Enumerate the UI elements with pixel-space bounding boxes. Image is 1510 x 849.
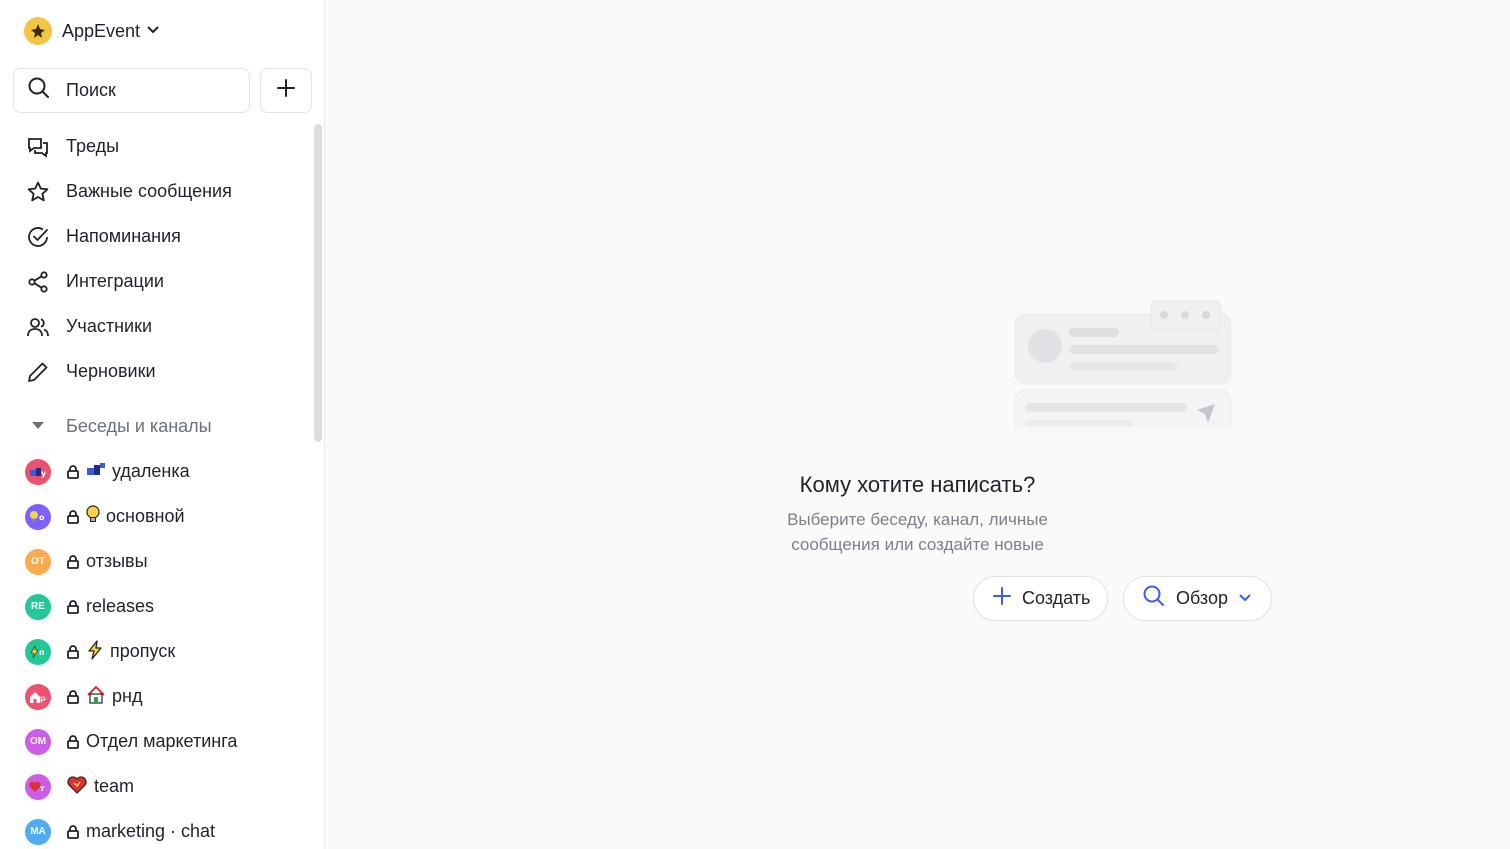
search-input[interactable]: Поиск — [13, 68, 250, 113]
search-icon — [27, 76, 51, 105]
channel-name: удаленка — [112, 461, 190, 481]
lightning-icon — [86, 640, 104, 663]
lock-icon — [66, 689, 80, 705]
workspace-switcher[interactable]: AppEvent — [24, 16, 160, 46]
empty-state-subtitle-line: сообщения или создайте новые — [791, 535, 1044, 554]
lock-icon — [66, 824, 80, 840]
sidebar-scrollbar[interactable] — [314, 124, 322, 442]
threads-icon — [26, 135, 50, 159]
channel-avatar: р — [25, 683, 51, 710]
workspace-name: AppEvent — [62, 20, 141, 41]
channel-name: пропуск — [110, 641, 176, 661]
sidebar-item-integrations[interactable]: Интеграции — [0, 259, 310, 304]
sidebar-nav: Треды Важные сообщения Напоминания Интег… — [0, 124, 310, 394]
svg-text:п: п — [39, 648, 45, 657]
star-icon — [26, 180, 50, 204]
empty-state-subtitle-line: Выберите беседу, канал, личные — [787, 510, 1048, 529]
workspace-logo-icon — [24, 17, 52, 45]
check-circle-icon — [26, 225, 50, 249]
channel-item[interactable]: у удаленка — [0, 449, 310, 494]
channel-name: Отдел маркетинга — [86, 731, 238, 751]
sidebar-item-drafts[interactable]: Черновики — [0, 349, 310, 394]
sidebar: AppEvent Поиск Треды Важные сообщения На… — [0, 0, 325, 849]
channel-avatar: у — [25, 458, 51, 485]
sidebar-item-label: Важные сообщения — [66, 181, 232, 201]
channel-avatar: MA — [25, 818, 51, 845]
search-label: Поиск — [66, 80, 116, 100]
heart-icon — [66, 775, 88, 798]
channel-item[interactable]: RE releases — [0, 584, 310, 629]
sidebar-item-members[interactable]: Участники — [0, 304, 310, 349]
channel-item[interactable]: п пропуск — [0, 629, 310, 674]
channel-item[interactable]: р рнд — [0, 674, 310, 719]
empty-state-illustration — [1011, 298, 1235, 439]
browse-button[interactable]: Обзор — [1123, 576, 1272, 621]
section-label: Беседы и каналы — [66, 416, 212, 436]
sidebar-item-starred[interactable]: Важные сообщения — [0, 169, 310, 214]
sidebar-item-label: Интеграции — [66, 271, 164, 291]
lock-icon — [66, 509, 80, 525]
lock-icon — [66, 734, 80, 750]
channel-item[interactable]: MA marketing · chat — [0, 809, 310, 849]
channel-item[interactable]: ОТ отзывы — [0, 539, 310, 584]
channel-item[interactable]: т team — [0, 764, 310, 809]
create-button[interactable]: Создать — [973, 576, 1108, 621]
channel-avatar: о — [25, 503, 51, 530]
channel-name: team — [94, 776, 135, 796]
pencil-icon — [26, 360, 50, 384]
house-icon — [86, 685, 106, 708]
sidebar-item-threads[interactable]: Треды — [0, 124, 310, 169]
create-button-label: Создать — [1022, 588, 1091, 608]
channel-name: releases — [86, 596, 155, 616]
empty-state-subtitle: Выберите беседу, канал, личные сообщения… — [325, 507, 1510, 557]
chevron-down-icon — [1238, 590, 1252, 608]
chevron-down-icon — [146, 22, 160, 40]
share-nodes-icon — [26, 270, 50, 294]
sidebar-item-reminders[interactable]: Напоминания — [0, 214, 310, 259]
search-icon — [1142, 584, 1166, 613]
channel-avatar: RE — [25, 593, 51, 620]
zzz-emoji-icon — [86, 462, 106, 481]
lock-icon — [66, 464, 80, 480]
svg-text:р: р — [40, 694, 46, 703]
channel-name: рнд — [112, 686, 143, 706]
main-panel: Кому хотите написать? Выберите беседу, к… — [325, 0, 1510, 849]
lock-icon — [66, 554, 80, 570]
channel-name: marketing · chat — [86, 821, 216, 841]
plus-icon — [992, 586, 1012, 611]
channel-list: у удаленка о основной ОТ отзывы RE relea… — [0, 449, 310, 849]
svg-text:у: у — [41, 469, 47, 478]
browse-button-label: Обзор — [1176, 588, 1228, 608]
sidebar-item-label: Черновики — [66, 361, 156, 381]
sidebar-item-label: Напоминания — [66, 226, 181, 246]
channel-name: основной — [106, 506, 185, 526]
lightbulb-icon — [86, 505, 100, 528]
add-button[interactable] — [260, 68, 312, 113]
channel-item[interactable]: о основной — [0, 494, 310, 539]
channel-avatar: ОТ — [25, 548, 51, 575]
section-conversations-toggle[interactable]: Беседы и каналы — [0, 404, 310, 449]
channel-avatar: п — [25, 638, 51, 665]
empty-state-title: Кому хотите написать? — [799, 472, 1036, 497]
channel-item[interactable]: ОМ Отдел маркетинга — [0, 719, 310, 764]
svg-text:т: т — [40, 784, 45, 793]
caret-down-icon — [30, 418, 46, 436]
channel-avatar: ОМ — [25, 728, 51, 755]
users-icon — [26, 315, 50, 339]
lock-icon — [66, 644, 80, 660]
channel-name: отзывы — [86, 551, 148, 571]
sidebar-item-label: Треды — [66, 136, 120, 156]
lock-icon — [66, 599, 80, 615]
sidebar-item-label: Участники — [66, 316, 152, 336]
plus-icon — [276, 78, 296, 103]
svg-text:о: о — [39, 513, 45, 522]
channel-avatar: т — [25, 773, 51, 800]
